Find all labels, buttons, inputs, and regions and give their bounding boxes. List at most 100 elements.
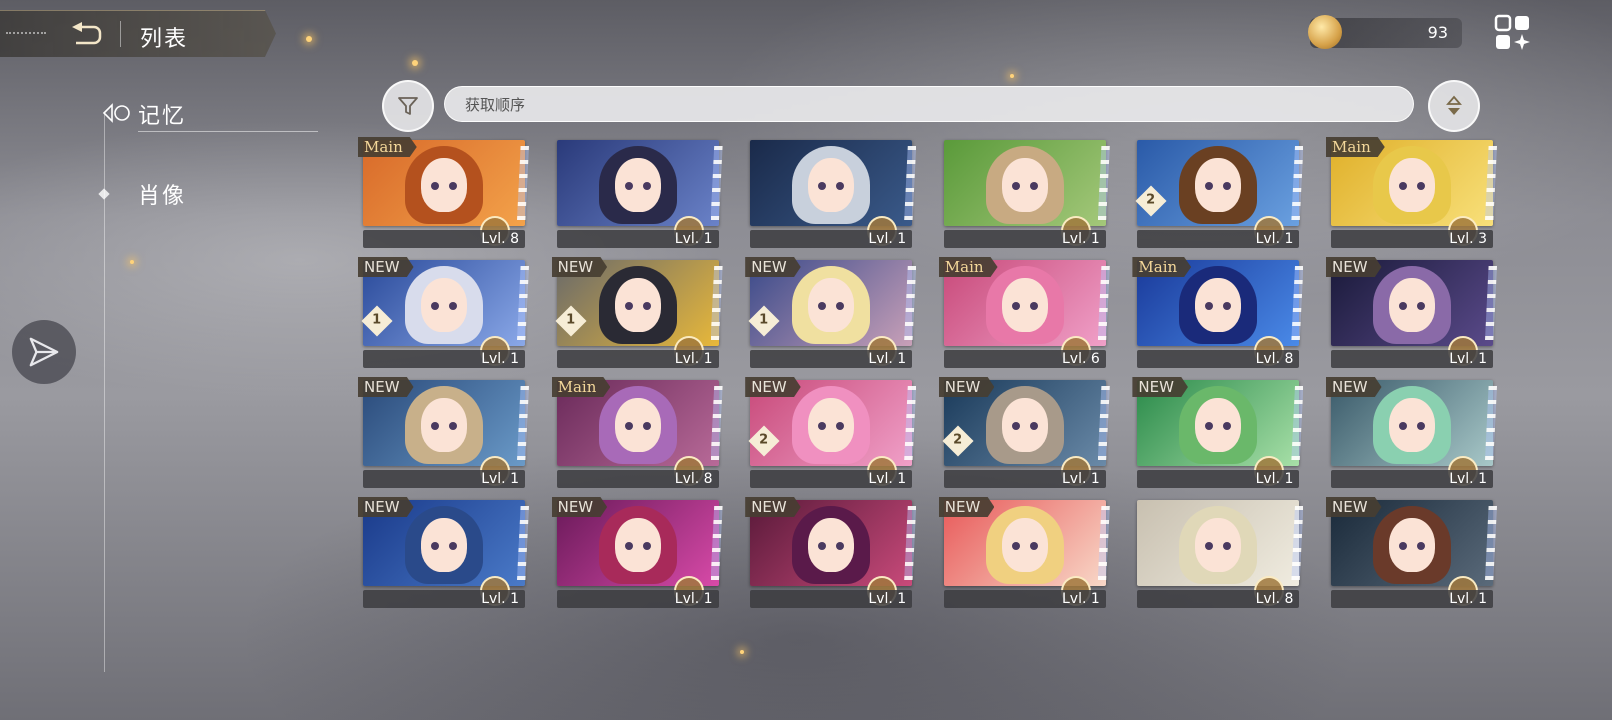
card-level: Lvl. 8 [363,230,525,248]
memoria-card[interactable]: Lvl. 1 [554,140,723,252]
memoria-card[interactable]: NEW Lvl. 1 [551,497,723,612]
new-tag: NEW [745,377,801,397]
memoria-card[interactable]: Main Lvl. 8 [358,137,529,252]
memoria-card[interactable]: NEW 1 Lvl. 1 [358,257,529,372]
main-tag: Main [1132,257,1192,277]
new-tag: NEW [1326,497,1382,517]
memoria-card[interactable]: Main Lvl. 6 [938,257,1110,372]
header-bar: 列表 [0,10,276,57]
memoria-card[interactable]: 2 Lvl. 1 [1134,140,1304,252]
menu-grid-icon[interactable] [1494,14,1532,52]
card-level: Lvl. 1 [1331,350,1493,368]
card-level: Lvl. 1 [363,470,525,488]
card-level: Lvl. 1 [943,470,1106,488]
memory-icon [102,100,132,126]
card-level: Lvl. 1 [943,230,1106,248]
card-level: Lvl. 1 [750,350,913,368]
back-button[interactable] [68,19,104,49]
sort-direction-icon [1446,95,1462,115]
main-tag: Main [938,257,998,277]
new-tag: NEW [1132,377,1188,397]
filter-button[interactable] [382,80,434,132]
memoria-card[interactable]: NEW Lvl. 1 [358,497,529,612]
card-art [1137,500,1300,586]
memoria-card[interactable]: Main Lvl. 8 [551,377,723,492]
memoria-card[interactable]: NEW Lvl. 1 [1326,377,1497,492]
main-tag: Main [358,137,417,157]
card-level: Lvl. 1 [750,230,913,248]
card-level: Lvl. 1 [363,590,525,608]
card-level: Lvl. 1 [1137,230,1300,248]
page-title: 列表 [140,27,189,52]
card-level: Lvl. 1 [943,590,1106,608]
sparkle-particle [1010,74,1014,78]
sort-direction-button[interactable] [1428,80,1480,132]
memoria-card[interactable]: Main Lvl. 3 [1326,137,1497,252]
sort-order-label: 获取顺序 [465,96,526,114]
card-level: Lvl. 1 [750,590,913,608]
memoria-card[interactable]: NEW 2 Lvl. 1 [745,377,917,492]
memoria-card[interactable]: Lvl. 1 [747,140,917,252]
memoria-card[interactable]: Lvl. 1 [941,140,1110,252]
filter-icon [398,97,418,115]
sidebar-dot [98,188,110,200]
new-tag: NEW [358,257,414,277]
card-level: Lvl. 1 [556,230,719,248]
memoria-card[interactable]: NEW Lvl. 1 [938,497,1110,612]
new-tag: NEW [745,497,801,517]
limit-break-count: 1 [372,312,382,328]
memoria-card[interactable]: NEW 2 Lvl. 1 [938,377,1110,492]
sidebar-active-underline [138,131,318,132]
memoria-card[interactable]: Main Lvl. 8 [1132,257,1304,372]
new-tag: NEW [358,497,414,517]
memoria-card[interactable]: NEW Lvl. 1 [1326,497,1497,612]
new-tag: NEW [938,377,995,397]
limit-break-count: 1 [566,312,576,328]
limit-break-count: 1 [759,312,769,328]
memoria-card[interactable]: NEW 1 Lvl. 1 [551,257,723,372]
new-tag: NEW [938,497,995,517]
memoria-card[interactable]: NEW Lvl. 1 [1326,257,1497,372]
memoria-card[interactable]: NEW Lvl. 1 [358,377,529,492]
card-level: Lvl. 8 [1137,590,1300,608]
card-level: Lvl. 1 [1331,590,1493,608]
new-tag: NEW [1326,377,1382,397]
card-level: Lvl. 3 [1331,230,1493,248]
memoria-card[interactable]: Lvl. 8 [1134,500,1304,612]
card-level: Lvl. 1 [556,590,719,608]
card-level: Lvl. 8 [1137,350,1300,368]
card-art [1137,140,1300,226]
card-level: Lvl. 1 [1331,470,1493,488]
sparkle-particle [412,60,418,66]
sparkle-particle [130,260,134,264]
sparkle-particle [740,650,744,654]
main-tag: Main [1326,137,1385,157]
limit-break-count: 2 [953,432,963,448]
card-level: Lvl. 6 [943,350,1106,368]
sparkle-particle [306,36,312,42]
main-tag: Main [551,377,611,397]
card-art [556,140,719,226]
card-level: Lvl. 1 [363,350,525,368]
currency-display: 93 [1308,15,1462,49]
memoria-card-grid: Main Lvl. 8 Lvl. 1 Lvl. 1 Lvl. 1 2 Lvl. 1 Main L… [358,137,1500,620]
currency-value: 93 [1427,23,1448,42]
sidebar-item-portrait[interactable]: 肖像 [138,178,186,210]
sidebar-item-memory[interactable]: 记忆 [138,98,186,130]
card-level: Lvl. 1 [556,350,719,368]
card-level: Lvl. 1 [750,470,913,488]
share-button[interactable] [12,320,76,384]
new-tag: NEW [551,257,608,277]
card-level: Lvl. 8 [556,470,719,488]
sort-order-field[interactable]: 获取顺序 [444,86,1414,122]
new-tag: NEW [358,377,414,397]
memoria-card[interactable]: NEW Lvl. 1 [745,497,917,612]
memoria-card[interactable]: NEW Lvl. 1 [1132,377,1304,492]
share-icon [29,337,59,367]
coin-icon [1308,15,1342,49]
limit-break-count: 2 [1146,192,1156,208]
new-tag: NEW [745,257,801,277]
memoria-card[interactable]: NEW 1 Lvl. 1 [745,257,917,372]
back-arrow-icon [72,22,102,45]
card-art [750,140,913,226]
